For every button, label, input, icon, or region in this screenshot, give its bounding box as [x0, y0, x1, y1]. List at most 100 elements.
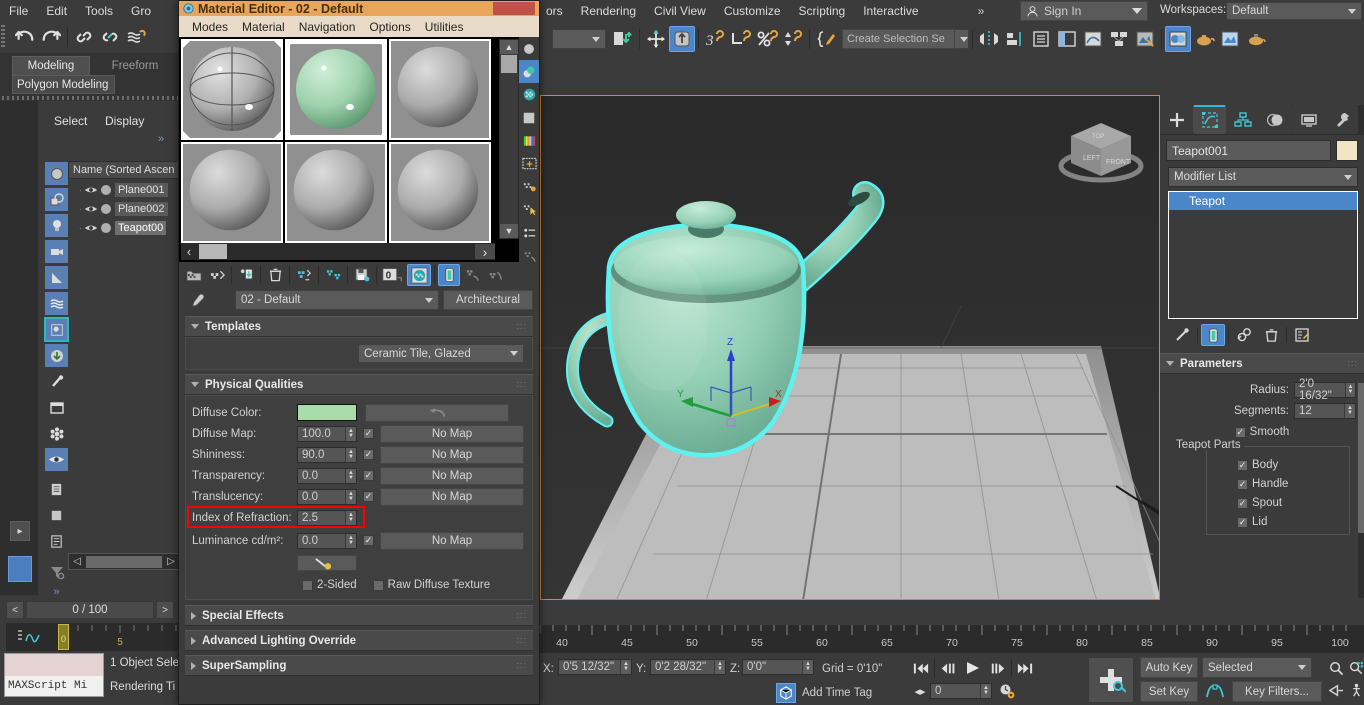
sample-slots-area[interactable]: ‹ › ▲ ▼ [179, 37, 539, 262]
two-sided-checkbox[interactable]: ✓ [302, 579, 313, 591]
reset-map-button[interactable] [264, 264, 286, 286]
menu-edit[interactable]: Edit [37, 4, 76, 18]
render-production-button[interactable] [1191, 26, 1217, 52]
motion-tab[interactable] [1259, 105, 1292, 134]
named-selection-dropdown[interactable] [955, 29, 969, 49]
translucency-map-button[interactable]: No Map [380, 487, 524, 506]
me-menu-modes[interactable]: Modes [185, 20, 235, 34]
material-editor-window[interactable]: Material Editor - 02 - Default Modes Mat… [178, 0, 540, 705]
select-by-name-button[interactable] [610, 26, 636, 52]
translucency-spinner[interactable]: 0.0 ▲ ▼ [297, 488, 357, 505]
mirror-button[interactable] [976, 26, 1002, 52]
physical-qualities-rollout-header[interactable]: Physical Qualities ::: [185, 374, 533, 395]
transform-gizmo[interactable]: Z Y X [671, 331, 791, 431]
diffuse-map-spinner[interactable]: 100.0 ▲ ▼ [297, 425, 357, 442]
set-key-toggle-button[interactable] [1088, 657, 1134, 703]
redo-button[interactable] [38, 24, 64, 50]
spinner-snap-button[interactable] [780, 26, 806, 52]
filter-geometry-button[interactable] [44, 161, 69, 186]
index-of-refraction-spinner[interactable]: 2.5 ▲ ▼ [297, 509, 357, 526]
modify-tab[interactable] [1193, 105, 1226, 134]
rollout-grip[interactable]: ::: [516, 661, 527, 670]
me-menu-navigation[interactable]: Navigation [292, 20, 363, 34]
modifier-stack[interactable]: Teapot [1168, 191, 1358, 319]
sample-slot-5[interactable] [285, 142, 387, 243]
menu-interactive[interactable]: Interactive [854, 4, 927, 18]
filter-cameras-button[interactable] [44, 239, 69, 264]
filter-xrefs-button[interactable] [44, 343, 69, 368]
scene-explorer-overflow[interactable]: » [158, 133, 164, 145]
spinner-arrows-icon[interactable]: ▲ ▼ [980, 684, 991, 698]
translucency-checkbox[interactable]: ✓ [363, 491, 374, 502]
show-end-result-material-button[interactable] [438, 264, 460, 286]
zoom-button[interactable] [1326, 657, 1346, 679]
filter-bone-button[interactable] [44, 369, 69, 394]
track-bar[interactable]: 5 0 [6, 623, 180, 651]
ribbon-tab-freeform[interactable]: Freeform [96, 56, 174, 75]
time-slider-handle[interactable]: 0 [58, 624, 69, 650]
scene-explorer-menu-select[interactable]: Select [54, 114, 87, 128]
curve-editor-mini-icon[interactable] [16, 628, 42, 646]
select-by-material-button[interactable] [519, 198, 539, 221]
frame-prev-button[interactable]: < [6, 601, 24, 619]
prev-frame-button[interactable] [937, 657, 959, 679]
raw-diffuse-texture-checkbox[interactable]: ✓ [372, 579, 384, 591]
spinner-arrows-icon[interactable]: ▲ ▼ [1344, 383, 1355, 397]
smooth-checkbox[interactable]: ✓ [1234, 426, 1246, 438]
spinner-arrows-icon[interactable]: ▲ ▼ [620, 660, 631, 674]
slot-nav-prev[interactable]: ‹ [181, 244, 197, 259]
scroll-thumb[interactable] [86, 555, 162, 568]
render-setup-button[interactable] [1132, 26, 1158, 52]
luminance-preset-button[interactable] [297, 555, 357, 571]
backlight-button[interactable] [519, 60, 539, 83]
spinner-arrows-icon[interactable]: ▲ ▼ [1344, 404, 1355, 418]
me-menu-options[interactable]: Options [362, 20, 417, 34]
modifier-list-dropdown[interactable]: Modifier List [1168, 167, 1358, 187]
scroll-down-arrow[interactable]: ▼ [500, 224, 518, 238]
menu-group[interactable]: Gro [122, 4, 160, 18]
filter-lights-button[interactable] [44, 213, 69, 238]
slot-vscrollbar[interactable]: ▲ ▼ [499, 39, 519, 239]
align-toolbar-button[interactable] [1002, 26, 1028, 52]
eye-icon[interactable] [84, 223, 98, 233]
scene-explorer-menu-display[interactable]: Display [105, 114, 144, 128]
sample-uv-tiling-button[interactable] [519, 106, 539, 129]
spinner-arrows-icon[interactable]: ▲ ▼ [345, 489, 356, 504]
go-forward-sibling-button[interactable] [519, 244, 539, 267]
menu-customize[interactable]: Customize [715, 4, 790, 18]
workspaces-dropdown[interactable]: Default [1226, 2, 1362, 20]
put-material-to-scene-button[interactable] [206, 264, 228, 286]
view-cube[interactable]: LEFT FRONT TOP [1046, 108, 1156, 198]
filter-container-button[interactable] [44, 395, 69, 420]
schematic-view-button[interactable] [1106, 26, 1132, 52]
object-color-swatch[interactable] [1336, 140, 1358, 161]
shininess-checkbox[interactable]: ✓ [363, 449, 374, 460]
filter-groups-button[interactable] [44, 317, 69, 342]
scene-explorer-list[interactable]: Name (Sorted Ascen · Plane001 · Plane002… [68, 161, 180, 301]
slot-nav-thumb[interactable] [199, 244, 227, 259]
menu-tools[interactable]: Tools [76, 4, 122, 18]
select-and-rotate-button[interactable] [669, 26, 695, 52]
transparency-checkbox[interactable]: ✓ [363, 470, 374, 481]
sign-in-dropdown[interactable]: Sign In [1020, 1, 1148, 21]
curve-editor-button[interactable] [1080, 26, 1106, 52]
spinner-arrows-icon[interactable]: ▲ ▼ [802, 660, 813, 674]
key-filters-button[interactable]: Key Filters... [1232, 681, 1322, 702]
filter-material-button[interactable] [44, 503, 69, 528]
special-effects-rollout-header[interactable]: Special Effects ::: [185, 605, 533, 626]
show-end-result-button[interactable] [1201, 324, 1225, 346]
parameters-rollout-header[interactable]: Parameters ::: [1160, 353, 1364, 374]
scroll-thumb[interactable] [501, 55, 517, 73]
material-effects-id-button[interactable]: 0 [380, 264, 406, 286]
pick-material-button[interactable] [185, 290, 209, 310]
remove-modifier-button[interactable] [1259, 324, 1283, 346]
maxscript-mini-listener[interactable]: MAXScript Mi [4, 653, 104, 697]
goto-end-button[interactable] [1014, 657, 1036, 679]
luminance-map-button[interactable]: No Map [380, 531, 524, 550]
spinner-arrows-icon[interactable]: ▲ ▼ [345, 426, 356, 441]
table-row[interactable]: · Plane002 [68, 200, 180, 218]
unlink-selection-button[interactable] [97, 24, 123, 50]
list-item-label[interactable]: Plane001 [115, 183, 168, 197]
slot-nav-next[interactable]: › [475, 244, 495, 260]
eye-icon[interactable] [84, 185, 98, 195]
